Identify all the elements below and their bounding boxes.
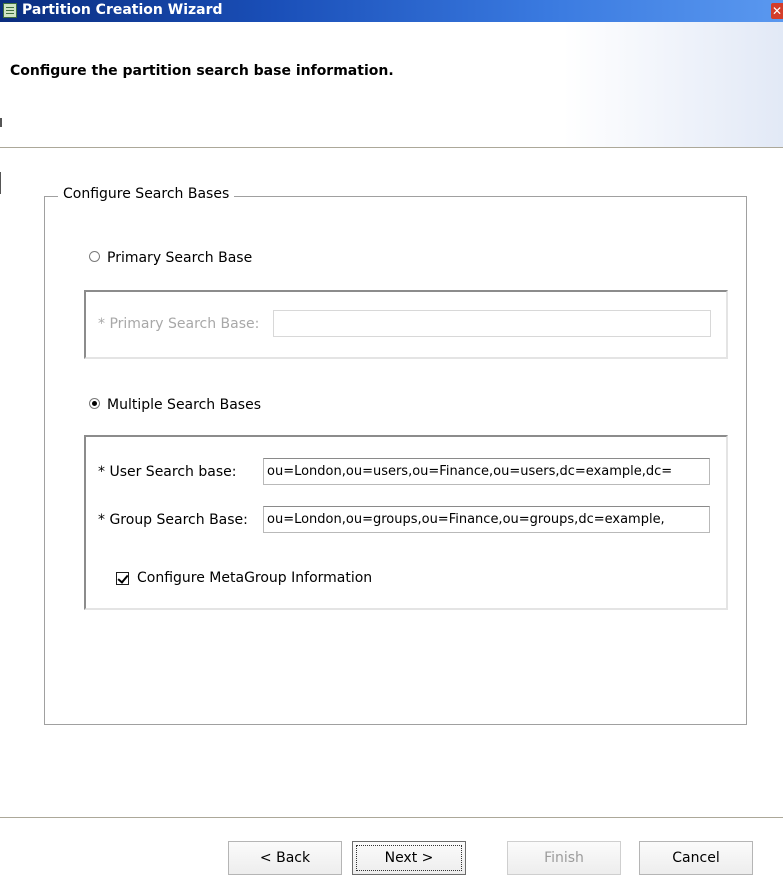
user-search-base-input[interactable] [263, 458, 710, 485]
window-title: Partition Creation Wizard [22, 2, 223, 18]
wizard-header: Configure the partition search base info… [0, 22, 783, 148]
button-bar-separator [0, 817, 783, 819]
group-legend: Configure Search Bases [58, 186, 235, 202]
finish-button[interactable]: Finish [507, 841, 621, 875]
back-button[interactable]: < Back [228, 841, 342, 875]
group-search-base-label: * Group Search Base: [98, 512, 248, 528]
wizard-page-icon [3, 3, 17, 18]
multiple-search-bases-radio-label[interactable]: Multiple Search Bases [107, 397, 261, 413]
user-search-base-label: * User Search base: [98, 464, 237, 480]
page-title: Configure the partition search base info… [10, 63, 394, 79]
primary-search-base-radio[interactable] [89, 251, 100, 262]
configure-metagroup-checkbox[interactable] [116, 572, 129, 585]
configure-metagroup-label[interactable]: Configure MetaGroup Information [137, 570, 372, 586]
edge-mark [0, 118, 2, 127]
close-icon[interactable]: ✕ [771, 3, 783, 19]
focus-rect [356, 845, 462, 871]
next-button[interactable]: Next > [352, 841, 466, 875]
multiple-search-bases-radio[interactable] [89, 398, 100, 409]
title-bar: Partition Creation Wizard ✕ [0, 0, 783, 22]
primary-search-base-radio-label[interactable]: Primary Search Base [107, 250, 252, 266]
primary-search-base-label: * Primary Search Base: [98, 316, 260, 332]
primary-search-base-input[interactable] [273, 310, 711, 337]
edge-mark [0, 172, 1, 194]
group-search-base-input[interactable] [263, 506, 710, 533]
cancel-button[interactable]: Cancel [639, 841, 753, 875]
